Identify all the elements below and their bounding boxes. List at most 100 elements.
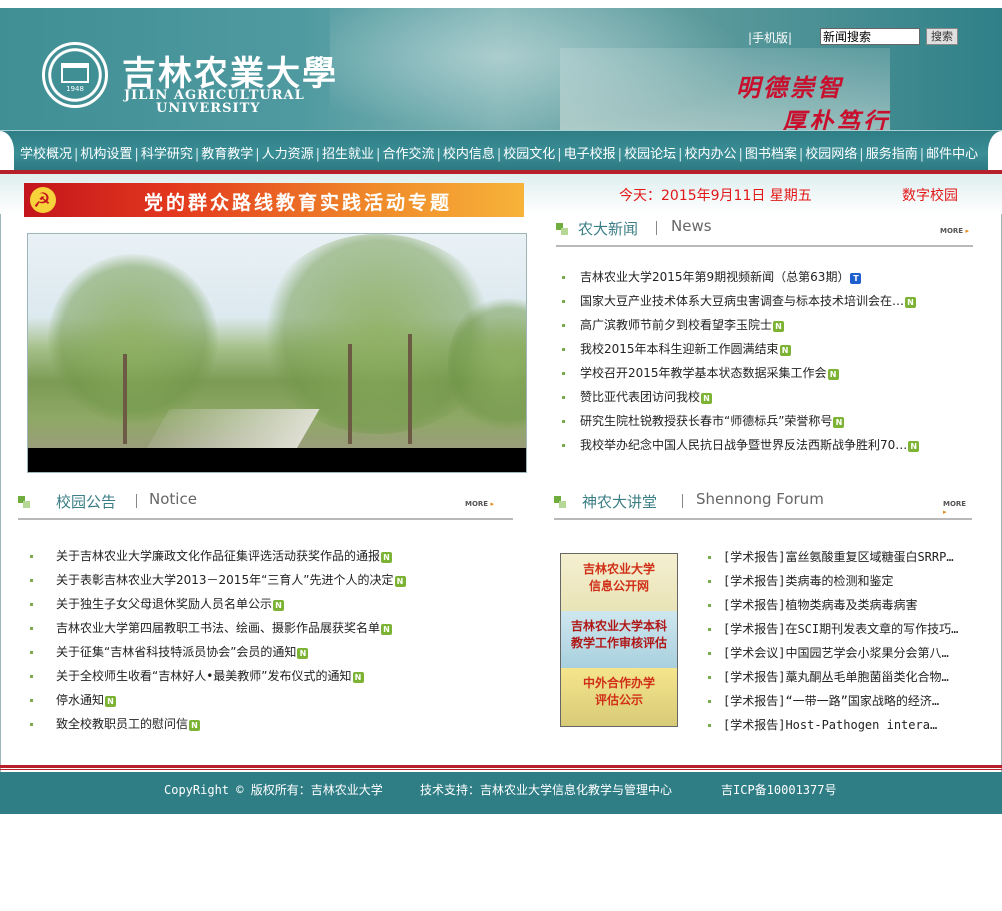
footer-icp[interactable]: 吉ICP备10001377号: [721, 781, 836, 798]
list-item-title[interactable]: [学术报告]Host-Pathogen intera…: [723, 718, 937, 732]
list-item[interactable]: 停水通知 N: [28, 688, 508, 712]
list-item[interactable]: 我校2015年本科生迎新工作圆满结束 N: [560, 337, 980, 361]
nav-item-label[interactable]: 图书档案: [745, 147, 797, 162]
search-input[interactable]: [820, 28, 920, 45]
list-item[interactable]: 学校召开2015年教学基本状态数据采集工作会 N: [560, 361, 980, 385]
list-item-title[interactable]: 关于吉林农业大学廉政文化作品征集评选活动获奖作品的通报: [56, 549, 380, 563]
list-item-title[interactable]: 学校召开2015年教学基本状态数据采集工作会: [580, 366, 827, 380]
nav-item[interactable]: 服务指南 |: [866, 147, 926, 162]
nav-item[interactable]: 人力资源 |: [262, 147, 322, 162]
mobile-version-link[interactable]: |手机版|: [748, 29, 792, 46]
nav-item[interactable]: 邮件中心: [926, 147, 978, 162]
list-item-title[interactable]: 研究生院杜锐教授获长春市“师德标兵”荣誉称号: [580, 414, 832, 428]
list-item[interactable]: [学术报告]在SCI期刊发表文章的写作技巧…: [706, 617, 982, 641]
joint-program-promo[interactable]: 中外合作办学 评估公示: [561, 668, 677, 726]
nav-item-label[interactable]: 校内信息: [443, 147, 495, 162]
list-item-title[interactable]: [学术会议]中国园艺学会小浆果分会第八…: [723, 646, 949, 660]
nav-item-label[interactable]: 招生就业: [322, 147, 374, 162]
list-item-title[interactable]: [学术报告]藁丸酮丛毛单胞菌甾类化合物…: [723, 670, 949, 684]
digital-campus-link[interactable]: 数字校园: [902, 185, 958, 205]
list-item[interactable]: 我校举办纪念中国人民抗日战争暨世界反法西斯战争胜利70… N: [560, 433, 980, 457]
list-item[interactable]: [学术报告]类病毒的检测和鉴定: [706, 569, 982, 593]
list-item[interactable]: 赞比亚代表团访问我校 N: [560, 385, 980, 409]
nav-item-label[interactable]: 合作交流: [382, 147, 434, 162]
nav-separator: |: [919, 147, 925, 162]
nav-item-label[interactable]: 校内办公: [684, 147, 736, 162]
list-item-title[interactable]: 吉林农业大学2015年第9期视频新闻（总第63期）: [580, 270, 849, 284]
nav-item[interactable]: 校园网络 |: [805, 147, 865, 162]
forum-more-link[interactable]: MORE: [943, 500, 972, 516]
university-seal-logo[interactable]: 1948: [42, 42, 108, 108]
list-item[interactable]: 关于征集“吉林省科技特派员协会”会员的通知 N: [28, 640, 508, 664]
nav-item[interactable]: 图书档案 |: [745, 147, 805, 162]
list-item-title[interactable]: [学术报告]富丝氨酸重复区域糖蛋白SRRP…: [723, 550, 954, 564]
nav-item[interactable]: 学校概况 |: [20, 147, 80, 162]
list-item[interactable]: [学术报告]藁丸酮丛毛单胞菌甾类化合物…: [706, 665, 982, 689]
list-item[interactable]: 关于吉林农业大学廉政文化作品征集评选活动获奖作品的通报 N: [28, 544, 508, 568]
list-item-title[interactable]: 关于表彰吉林农业大学2013－2015年“三育人”先进个人的决定: [56, 573, 394, 587]
list-item-title[interactable]: 国家大豆产业技术体系大豆病虫害调查与标本技术培训会在…: [580, 294, 904, 308]
nav-item-label[interactable]: 教育教学: [201, 147, 253, 162]
list-item[interactable]: 吉林农业大学第四届教职工书法、绘画、摄影作品展获奖名单 N: [28, 616, 508, 640]
nav-item[interactable]: 招生就业 |: [322, 147, 382, 162]
nav-item[interactable]: 校内信息 |: [443, 147, 503, 162]
nav-item-label[interactable]: 校园文化: [503, 147, 555, 162]
list-item-title[interactable]: 高广滨教师节前夕到校看望李玉院士: [580, 318, 772, 332]
nav-item-label[interactable]: 校园论坛: [624, 147, 676, 162]
nav-item[interactable]: 科学研究 |: [141, 147, 201, 162]
news-more-link[interactable]: MORE: [940, 227, 969, 235]
nav-item-label[interactable]: 科学研究: [141, 147, 193, 162]
nav-item[interactable]: 电子校报 |: [564, 147, 624, 162]
bullet-dot-icon: [30, 699, 33, 702]
nav-item-label[interactable]: 电子校报: [564, 147, 616, 162]
list-item-title[interactable]: 我校2015年本科生迎新工作圆满结束: [580, 342, 779, 356]
nav-item-label[interactable]: 校园网络: [805, 147, 857, 162]
nav-item-label[interactable]: 服务指南: [866, 147, 918, 162]
bullet-dot-icon: [30, 675, 33, 678]
list-item[interactable]: 关于表彰吉林农业大学2013－2015年“三育人”先进个人的决定 N: [28, 568, 508, 592]
nav-item-label[interactable]: 人力资源: [262, 147, 314, 162]
list-item[interactable]: 国家大豆产业技术体系大豆病虫害调查与标本技术培训会在… N: [560, 289, 980, 313]
list-item[interactable]: [学术报告]植物类病毒及类病毒病害: [706, 593, 982, 617]
list-item[interactable]: 研究生院杜锐教授获长春市“师德标兵”荣誉称号 N: [560, 409, 980, 433]
nav-right-curve: [988, 131, 1002, 171]
list-item-title[interactable]: 关于全校师生收看“吉林好人•最美教师”发布仪式的通知: [56, 669, 352, 683]
nav-item[interactable]: 校园文化 |: [503, 147, 563, 162]
list-item[interactable]: 关于全校师生收看“吉林好人•最美教师”发布仪式的通知 N: [28, 664, 508, 688]
nav-item-label[interactable]: 机构设置: [80, 147, 132, 162]
list-item[interactable]: 高广滨教师节前夕到校看望李玉院士 N: [560, 313, 980, 337]
info-disclosure-promo[interactable]: 吉林农业大学 信息公开网: [561, 554, 677, 611]
list-item-title[interactable]: 吉林农业大学第四届教职工书法、绘画、摄影作品展获奖名单: [56, 621, 380, 635]
list-item-title[interactable]: 我校举办纪念中国人民抗日战争暨世界反法西斯战争胜利70…: [580, 438, 907, 452]
notice-more-link[interactable]: MORE: [465, 500, 494, 508]
list-item[interactable]: 吉林农业大学2015年第9期视频新闻（总第63期） T: [560, 265, 980, 289]
list-item[interactable]: [学术会议]中国园艺学会小浆果分会第八…: [706, 641, 982, 665]
nav-item[interactable]: 机构设置 |: [80, 147, 140, 162]
search-button[interactable]: 搜索: [926, 28, 958, 45]
list-item-title[interactable]: [学术报告]类病毒的检测和鉴定: [723, 574, 893, 588]
section-square-icon: [18, 496, 30, 508]
nav-item[interactable]: 校内办公 |: [684, 147, 744, 162]
bullet-dot-icon: [562, 444, 565, 447]
list-item[interactable]: [学术报告]富丝氨酸重复区域糖蛋白SRRP…: [706, 545, 982, 569]
list-item-title[interactable]: 致全校教职员工的慰问信: [56, 717, 188, 731]
list-item-title[interactable]: [学术报告]植物类病毒及类病毒病害: [723, 598, 917, 612]
list-item[interactable]: 关于独生子女父母退休奖励人员名单公示 N: [28, 592, 508, 616]
list-item-title[interactable]: 关于征集“吉林省科技特派员协会”会员的通知: [56, 645, 296, 659]
list-item-title[interactable]: [学术报告]“一带一路”国家战略的经济…: [723, 694, 939, 708]
list-item-title[interactable]: [学术报告]在SCI期刊发表文章的写作技巧…: [723, 622, 958, 636]
list-item[interactable]: [学术报告]Host-Pathogen intera…: [706, 713, 982, 737]
campus-photo-slideshow[interactable]: [27, 233, 527, 473]
teaching-evaluation-promo[interactable]: 吉林农业大学本科 教学工作审核评估: [561, 611, 677, 668]
list-item-title[interactable]: 赞比亚代表团访问我校: [580, 390, 700, 404]
nav-item-label[interactable]: 学校概况: [20, 147, 72, 162]
list-item-title[interactable]: 停水通知: [56, 693, 104, 707]
list-item-title[interactable]: 关于独生子女父母退休奖励人员名单公示: [56, 597, 272, 611]
nav-item[interactable]: 教育教学 |: [201, 147, 261, 162]
nav-item-label[interactable]: 邮件中心: [926, 147, 978, 162]
nav-item[interactable]: 合作交流 |: [382, 147, 442, 162]
list-item[interactable]: 致全校教职员工的慰问信 N: [28, 712, 508, 736]
nav-item[interactable]: 校园论坛 |: [624, 147, 684, 162]
list-item[interactable]: [学术报告]“一带一路”国家战略的经济…: [706, 689, 982, 713]
party-campaign-banner[interactable]: 党的群众路线教育实践活动专题: [24, 183, 524, 217]
